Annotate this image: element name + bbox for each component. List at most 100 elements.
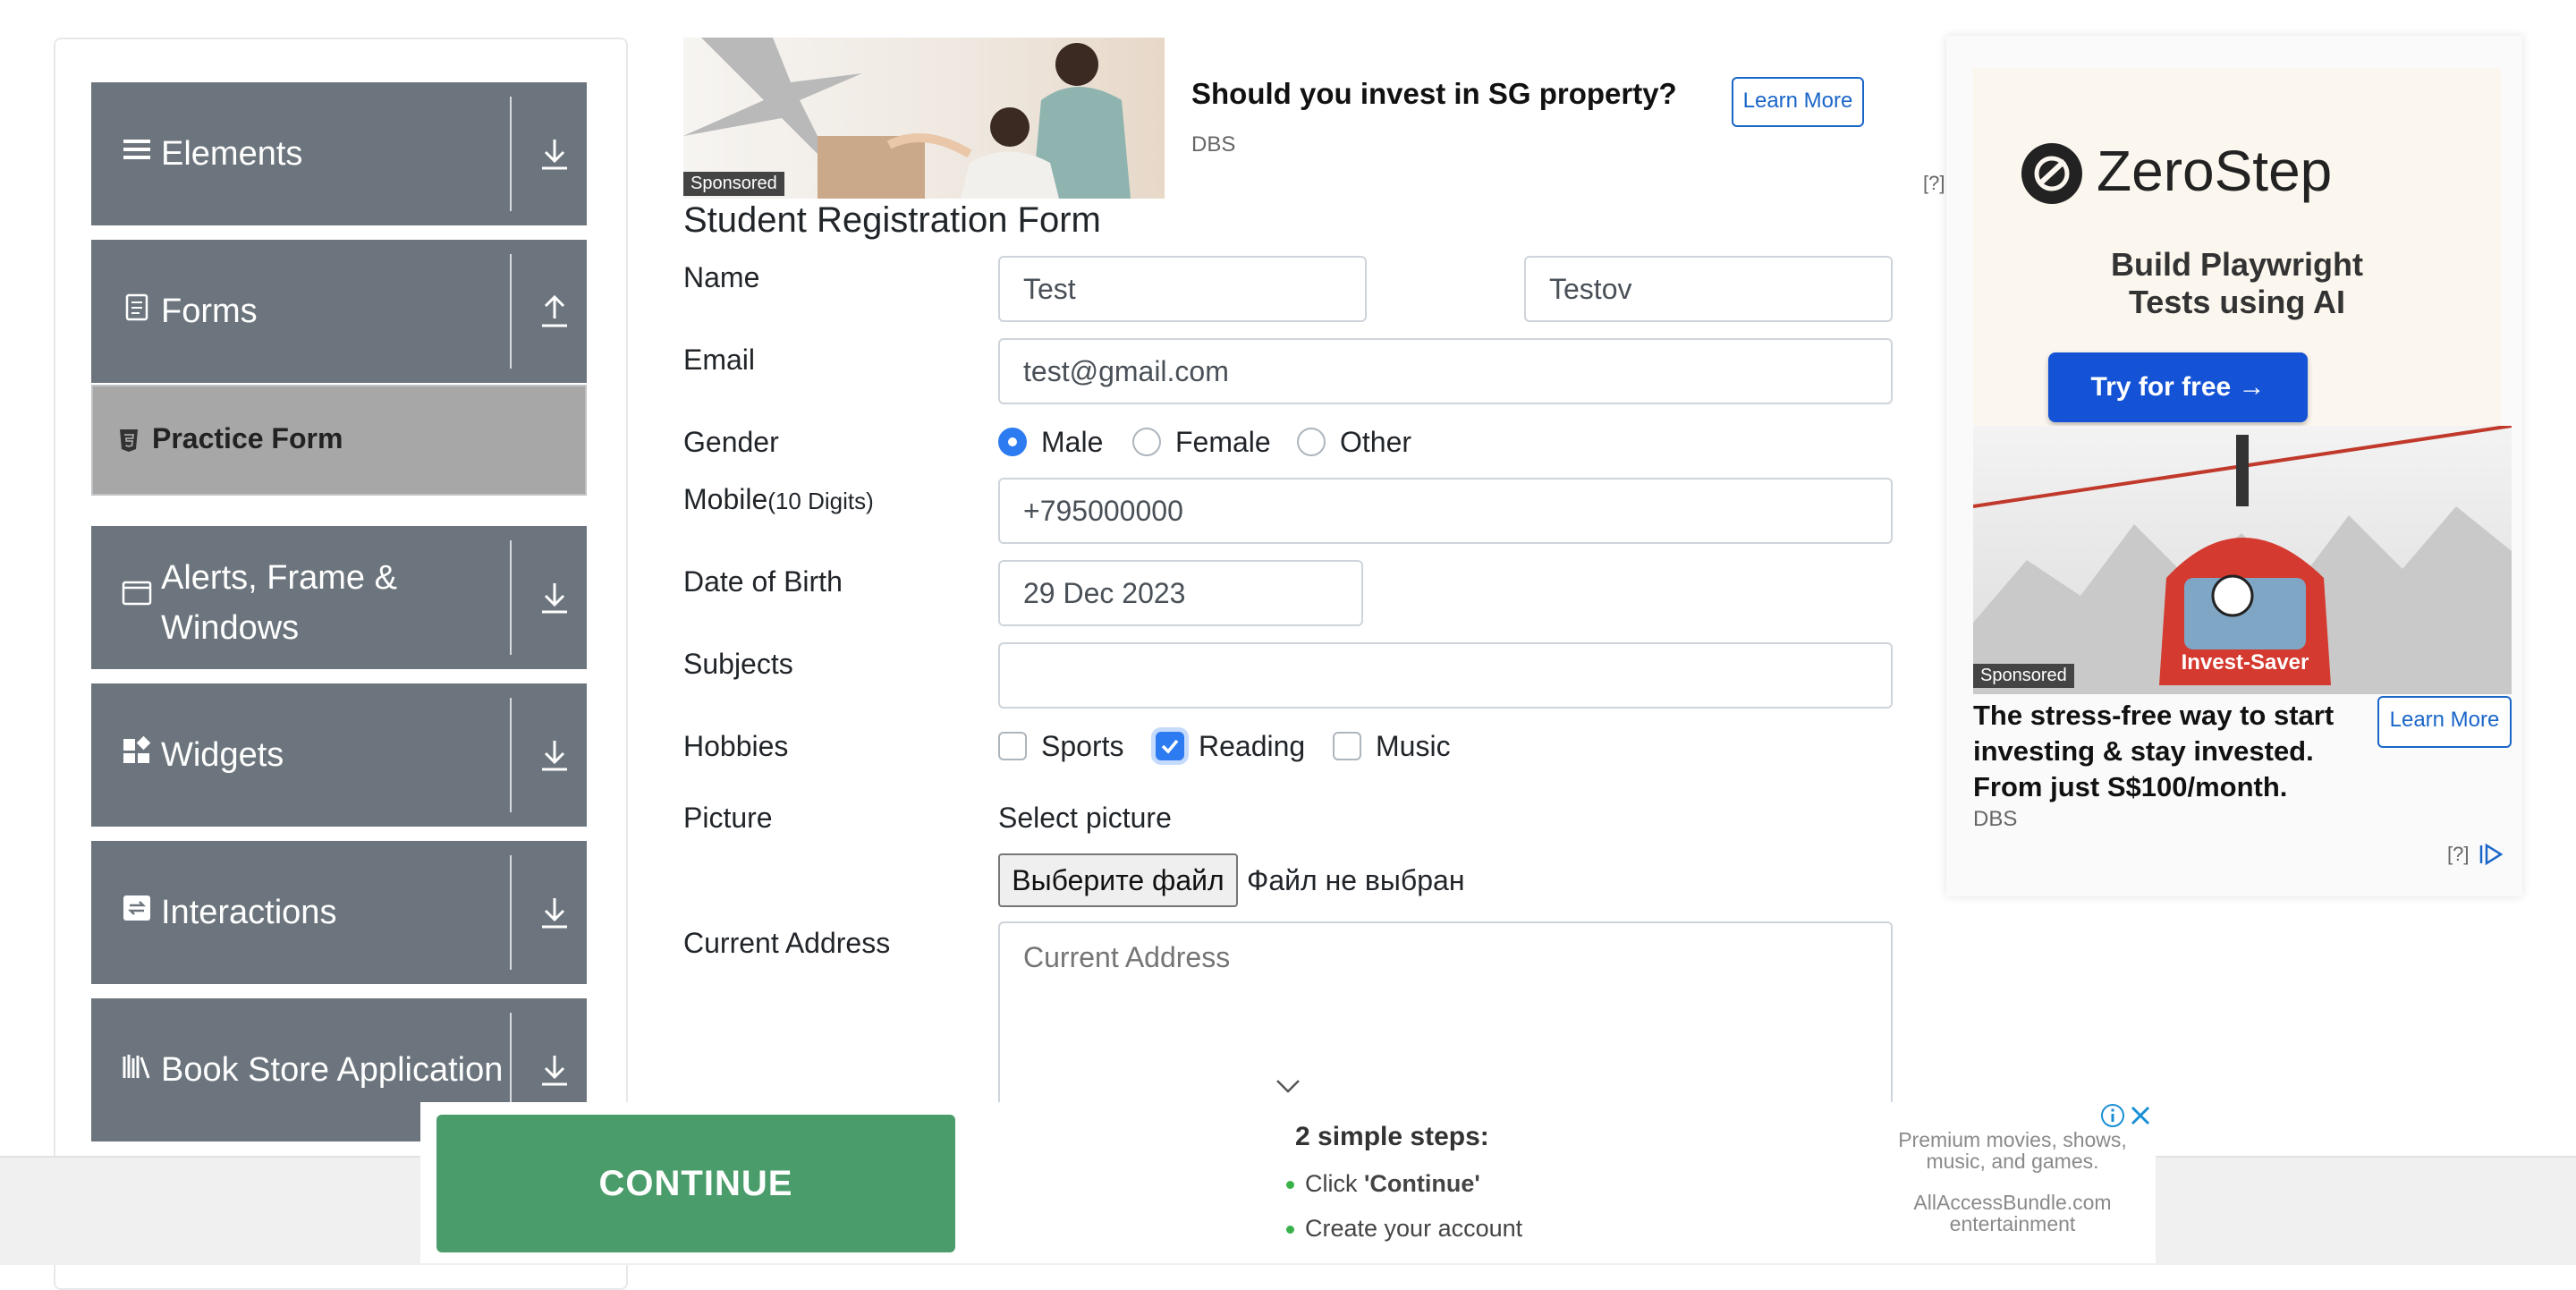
- label-line: Windows: [161, 609, 300, 647]
- sidebar-item-practice-form[interactable]: Practice Form: [91, 385, 587, 496]
- ad-controls[interactable]: [2098, 1102, 2156, 1129]
- step-item: Click 'Continue': [1286, 1170, 1480, 1198]
- sidebar-item-label: Practice Form: [152, 422, 343, 454]
- sidebar-group-label: Elements: [161, 135, 303, 173]
- upload-icon[interactable]: [538, 292, 571, 331]
- mobile-label-text: Mobile: [683, 483, 768, 515]
- hobby-label[interactable]: Sports: [1041, 730, 1123, 763]
- document-icon: [125, 293, 148, 321]
- steps-title: 2 simple steps:: [1295, 1122, 1489, 1151]
- right-sponsored-ad[interactable]: ZeroStep Build Playwright Tests using AI…: [1946, 36, 2522, 896]
- sidebar-group-elements[interactable]: Elements: [91, 82, 587, 225]
- hobbies-label: Hobbies: [683, 730, 789, 762]
- email-label: Email: [683, 344, 756, 376]
- ad-description: Premium movies, shows,: [1898, 1128, 2127, 1151]
- dob-label: Date of Birth: [683, 565, 843, 598]
- gender-radio-male[interactable]: [998, 428, 1027, 456]
- window-icon: [122, 581, 152, 606]
- mobile-hint: (10 Digits): [767, 488, 874, 514]
- subjects-label: Subjects: [683, 648, 793, 680]
- sidebar-group-label: Interactions: [161, 894, 337, 931]
- picture-label: Picture: [683, 802, 773, 834]
- chevron-down-icon[interactable]: [1275, 1077, 1301, 1095]
- gondola-label: Invest-Saver: [2182, 650, 2309, 675]
- ad-headline[interactable]: The stress-free way to start investing &…: [1973, 698, 2367, 805]
- zerostep-tagline: Tests using AI: [2128, 284, 2346, 320]
- sidebar-group-widgets[interactable]: Widgets: [91, 683, 587, 827]
- html5-icon: [120, 429, 138, 452]
- step-text: Click: [1305, 1170, 1364, 1197]
- divider: [510, 97, 512, 211]
- name-label: Name: [683, 261, 760, 293]
- divider: [510, 254, 512, 369]
- sidebar-group-label: Alerts, Frame & Windows: [161, 553, 397, 653]
- zerostep-logo-icon: [2021, 143, 2082, 204]
- last-name-input[interactable]: Testov: [1524, 256, 1893, 322]
- sidebar-group-label: Book Store Application: [161, 1051, 504, 1089]
- select-picture-label: Select picture: [998, 802, 1172, 834]
- ad-domain: entertainment: [1949, 1212, 2076, 1235]
- gender-radio-female[interactable]: [1132, 428, 1161, 456]
- first-name-input[interactable]: Test: [998, 256, 1367, 322]
- choose-file-button[interactable]: Выберите файл: [998, 853, 1238, 907]
- ad-help-link[interactable]: [?]: [2447, 843, 2469, 866]
- divider: [510, 855, 512, 970]
- sidebar-group-label: Widgets: [161, 736, 284, 774]
- hobby-checkbox-music[interactable]: [1333, 732, 1361, 760]
- ad-brand: DBS: [1973, 807, 2018, 831]
- mobile-field[interactable]: +795000000: [998, 478, 1893, 544]
- top-sponsored-ad[interactable]: Sponsored Should you invest in SG proper…: [683, 38, 1945, 199]
- download-icon[interactable]: [538, 578, 571, 617]
- hobby-label[interactable]: Reading: [1199, 730, 1305, 763]
- page-title: Student Registration Form: [683, 200, 1101, 240]
- step-item: Create your account: [1286, 1215, 1522, 1243]
- ad-help-link[interactable]: [?]: [1923, 172, 1945, 195]
- ad-description: music, and games.: [1926, 1150, 2099, 1173]
- bottom-sponsored-ad[interactable]: CONTINUE 2 simple steps: Click 'Continue…: [420, 1102, 2156, 1263]
- books-icon: [123, 1055, 150, 1079]
- zerostep-card[interactable]: ZeroStep Build Playwright Tests using AI…: [1973, 68, 2501, 462]
- gender-option-label[interactable]: Male: [1041, 426, 1103, 459]
- try-for-free-button[interactable]: Try for free →: [2048, 352, 2308, 422]
- zerostep-brand: ZeroStep: [2097, 139, 2333, 203]
- gondola-illustration: Invest-Saver: [1973, 426, 2512, 694]
- email-field[interactable]: test@gmail.com: [998, 338, 1893, 404]
- gender-option-label[interactable]: Female: [1175, 426, 1271, 459]
- learn-more-button[interactable]: Learn More: [1732, 77, 1864, 127]
- learn-more-button[interactable]: Learn More: [2377, 696, 2512, 748]
- widgets-icon: [123, 735, 151, 763]
- download-icon[interactable]: [538, 134, 571, 174]
- sidebar-group-forms[interactable]: Forms: [91, 240, 587, 383]
- download-icon[interactable]: [538, 1050, 571, 1090]
- label-line: Alerts, Frame &: [161, 559, 397, 597]
- step-text-bold: 'Continue': [1364, 1170, 1480, 1197]
- sponsored-badge: Sponsored: [683, 172, 784, 196]
- sidebar-group-interactions[interactable]: Interactions: [91, 841, 587, 984]
- gender-label: Gender: [683, 426, 779, 458]
- sidebar-group-label: Forms: [161, 293, 258, 330]
- zerostep-tagline: Build Playwright: [2110, 246, 2364, 283]
- divider: [510, 698, 512, 812]
- gender-option-label[interactable]: Other: [1340, 426, 1411, 459]
- hobby-checkbox-sports[interactable]: [998, 732, 1027, 760]
- ad-brand: DBS: [1191, 132, 1236, 157]
- gender-radio-other[interactable]: [1297, 428, 1326, 456]
- list-icon: [123, 140, 150, 159]
- hobby-label[interactable]: Music: [1376, 730, 1451, 763]
- ad-headline[interactable]: Should you invest in SG property?: [1191, 77, 1677, 111]
- date-of-birth-input[interactable]: 29 Dec 2023: [998, 560, 1363, 626]
- checkmark-icon: [1161, 739, 1179, 754]
- sidebar-group-alerts[interactable]: Alerts, Frame & Windows: [91, 526, 587, 669]
- bullet: [1286, 1226, 1294, 1235]
- mobile-label: Mobile(10 Digits): [683, 483, 874, 516]
- subjects-input[interactable]: [998, 642, 1893, 709]
- continue-button[interactable]: CONTINUE: [436, 1115, 955, 1252]
- interactions-icon: [123, 895, 150, 921]
- download-icon[interactable]: [538, 893, 571, 932]
- divider: [510, 540, 512, 655]
- bullet: [1286, 1181, 1294, 1190]
- hobby-checkbox-reading[interactable]: [1156, 732, 1184, 760]
- file-status: Файл не выбран: [1247, 864, 1465, 896]
- download-icon[interactable]: [538, 735, 571, 775]
- adchoices-icon[interactable]: [2478, 843, 2504, 866]
